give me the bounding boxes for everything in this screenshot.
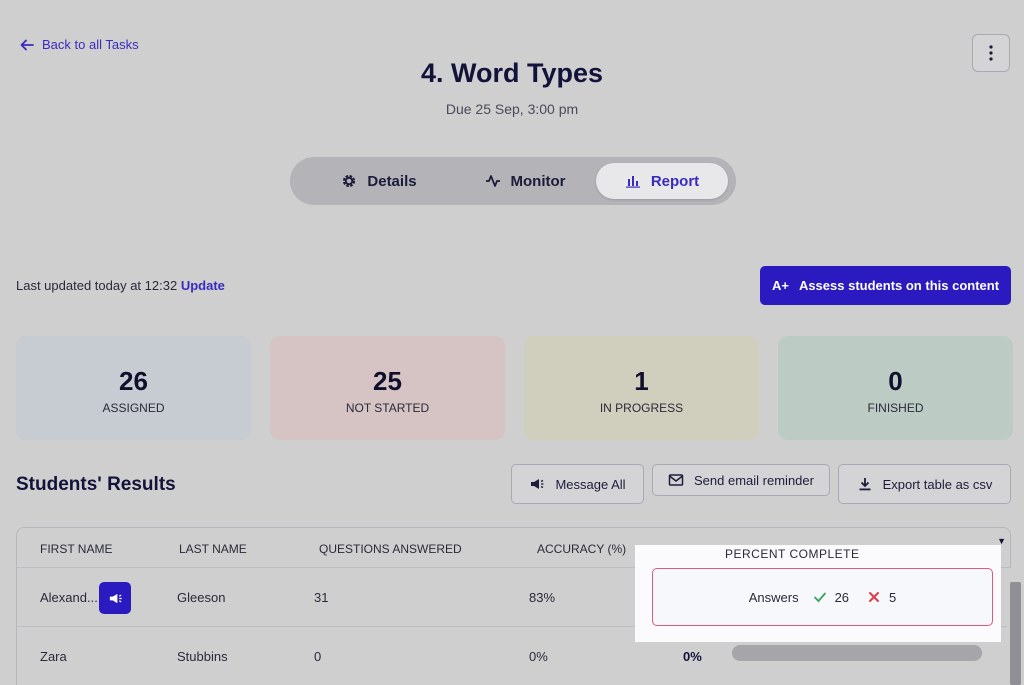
cell-percent-complete: 0%: [683, 649, 702, 664]
column-header-first-name[interactable]: FIRST NAME: [40, 542, 112, 556]
stat-card-not-started: 25 NOT STARTED: [270, 336, 505, 440]
back-to-tasks-link[interactable]: Back to all Tasks: [20, 37, 139, 52]
bar-chart-icon: [625, 176, 640, 188]
cell-last-name: Gleeson: [177, 590, 226, 605]
assess-icon: A+: [771, 278, 789, 293]
send-email-reminder-button[interactable]: Send email reminder: [652, 464, 830, 496]
stat-label: IN PROGRESS: [599, 401, 684, 415]
activity-icon: [485, 175, 500, 187]
cell-last-name: Stubbins: [177, 649, 228, 664]
answers-label: Answers: [748, 589, 799, 605]
stat-value: 0: [888, 366, 903, 396]
download-icon: [859, 478, 871, 491]
update-link[interactable]: Update: [181, 278, 225, 293]
last-updated: Last updated today at 12:32 Update: [16, 278, 225, 293]
progress-bar: [732, 645, 982, 661]
megaphone-icon: [531, 479, 544, 489]
back-link-label: Back to all Tasks: [42, 37, 139, 52]
last-updated-text: Last updated today at 12:32: [16, 278, 178, 293]
cell-first-name: Alexand...: [40, 590, 98, 605]
tab-report[interactable]: Report: [596, 163, 728, 199]
stat-value: 26: [119, 366, 148, 396]
stat-label: ASSIGNED: [102, 401, 165, 415]
cell-questions-answered: 31: [314, 590, 329, 605]
answers-tooltip: Answers 26 5: [652, 568, 993, 626]
table-scrollbar[interactable]: [1007, 568, 1024, 685]
stat-value: 1: [634, 366, 649, 396]
tab-details-label: Details: [367, 172, 417, 190]
message-student-button[interactable]: [99, 582, 131, 614]
column-header-accuracy[interactable]: ACCURACY (%): [537, 542, 626, 556]
tab-report-label: Report: [650, 172, 700, 190]
column-header-last-name[interactable]: LAST NAME: [179, 542, 247, 556]
cell-first-name: Zara: [40, 649, 67, 664]
correct-count: 26: [834, 589, 850, 605]
tab-monitor[interactable]: Monitor: [450, 163, 600, 199]
column-header-percent-complete[interactable]: PERCENT COMPLETE: [725, 545, 905, 561]
megaphone-icon: [109, 593, 122, 603]
stat-label: NOT STARTED: [345, 401, 430, 415]
stat-card-in-progress: 1 IN PROGRESS: [524, 336, 759, 440]
stat-value: 25: [373, 366, 402, 396]
assess-button-label: Assess students on this content: [798, 278, 1000, 293]
cell-accuracy: 83%: [529, 590, 556, 605]
check-icon: [813, 592, 826, 603]
x-icon: [869, 592, 880, 602]
tab-details[interactable]: Details: [304, 163, 454, 199]
gear-icon: [343, 174, 356, 188]
assess-students-button[interactable]: A+ Assess students on this content: [760, 266, 1011, 305]
email-reminder-label: Send email reminder: [694, 472, 814, 488]
cell-questions-answered: 0: [314, 649, 322, 664]
export-csv-label: Export table as csv: [882, 476, 993, 492]
due-date: Due 25 Sep, 3:00 pm: [445, 101, 579, 117]
cell-accuracy: 0%: [529, 649, 548, 664]
stat-card-finished: 0 FINISHED: [778, 336, 1013, 440]
section-title: Students' Results: [16, 474, 176, 495]
incorrect-count: 5: [889, 589, 897, 605]
mail-icon: [668, 474, 684, 486]
tab-monitor-label: Monitor: [510, 172, 566, 190]
stat-label: FINISHED: [867, 401, 924, 415]
message-all-label: Message All: [555, 476, 626, 492]
column-header-questions-answered[interactable]: QUESTIONS ANSWERED: [319, 542, 462, 556]
export-csv-button[interactable]: Export table as csv: [838, 464, 1011, 504]
stat-card-assigned: 26 ASSIGNED: [16, 336, 251, 440]
scrollbar-thumb[interactable]: [1010, 582, 1021, 685]
tab-bar: Details Monitor Report: [290, 157, 736, 205]
message-all-button[interactable]: Message All: [511, 464, 644, 504]
answers-tooltip-highlight: PERCENT COMPLETE Answers 26 5: [635, 545, 1001, 642]
page-title: 4. Word Types: [420, 58, 604, 88]
arrow-left-icon: [20, 39, 34, 50]
